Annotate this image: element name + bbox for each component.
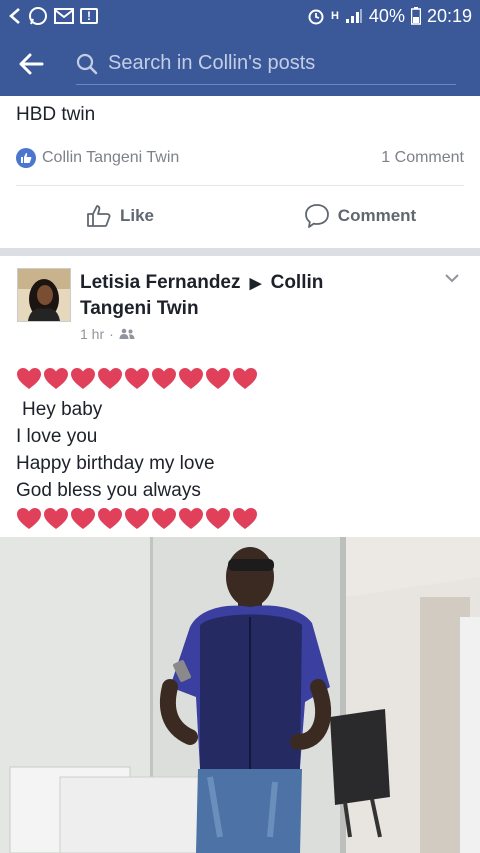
battery-percent: 40% — [368, 5, 405, 26]
hearts-row — [16, 504, 456, 534]
app-bar: Search in Collin's posts — [0, 32, 480, 96]
reaction-name: Collin Tangeni Twin — [42, 149, 180, 166]
body-line: I love you — [16, 426, 98, 447]
arrow-left-icon — [19, 53, 44, 75]
post-header: Letisia Fernandez ▶ Collin Tangeni Twin — [80, 270, 440, 321]
heart-icon — [125, 368, 149, 389]
heart-icon — [179, 368, 203, 389]
comment-label: Comment — [337, 206, 417, 225]
heart-icon — [71, 508, 95, 529]
heart-icon — [17, 368, 41, 389]
search-placeholder[interactable]: Search in Collin's posts — [108, 52, 315, 75]
back-button[interactable] — [0, 32, 62, 96]
search-icon — [76, 53, 98, 74]
hearts-row — [16, 364, 456, 394]
avatar[interactable] — [17, 268, 71, 322]
author-name[interactable]: Letisia Fernandez — [80, 272, 241, 293]
body-line: God bless you always — [16, 480, 201, 501]
target-name-line2[interactable]: Tangeni Twin — [80, 298, 199, 319]
heart-icon — [206, 368, 230, 389]
post-time[interactable]: 1 hr — [80, 326, 104, 342]
body-line: Happy birthday my love — [16, 453, 215, 474]
comment-button[interactable]: Comment — [240, 203, 480, 229]
back-arrow-icon — [8, 7, 22, 25]
comment-count[interactable]: 1 Comment — [381, 149, 464, 167]
thumbs-up-icon — [87, 205, 111, 227]
whatsapp-icon — [28, 6, 48, 26]
chevron-down-icon — [445, 274, 459, 283]
search-field[interactable]: Search in Collin's posts — [76, 44, 456, 85]
friends-icon — [119, 328, 135, 339]
heart-icon — [44, 508, 68, 529]
status-right-icons: H 40% 20:19 — [299, 6, 480, 27]
heart-icon — [98, 368, 122, 389]
reactions-summary[interactable]: Collin Tangeni Twin — [16, 148, 179, 168]
like-label: Like — [119, 206, 155, 225]
signal-icon — [345, 8, 363, 24]
mail-icon — [54, 8, 74, 24]
clock: 20:19 — [426, 5, 472, 26]
heart-icon — [152, 368, 176, 389]
post-menu-button[interactable] — [444, 270, 460, 288]
alarm-icon — [307, 7, 325, 25]
feed-separator — [0, 248, 480, 256]
battery-icon — [410, 7, 421, 25]
like-reaction-icon — [16, 148, 36, 168]
status-left-icons: ! — [0, 6, 106, 26]
heart-icon — [44, 368, 68, 389]
heart-icon — [17, 508, 41, 529]
post-body: Hey baby I love you Happy birthday my lo… — [16, 364, 456, 534]
post-photo[interactable] — [0, 537, 480, 853]
alert-icon: ! — [80, 8, 98, 24]
heart-icon — [71, 368, 95, 389]
status-bar: ! H 40% 20:19 — [0, 0, 480, 32]
post-text: HBD twin — [16, 104, 96, 125]
play-arrow-icon: ▶ — [249, 275, 262, 292]
heart-icon — [233, 508, 257, 529]
heart-icon — [233, 368, 257, 389]
meta-dot: · — [109, 326, 114, 342]
heart-icon — [179, 508, 203, 529]
target-name-line1[interactable]: Collin — [271, 272, 324, 293]
heart-icon — [152, 508, 176, 529]
heart-icon — [206, 508, 230, 529]
post-actions: Like Comment — [0, 186, 480, 246]
post-meta: 1 hr · — [80, 326, 135, 342]
like-button[interactable]: Like — [0, 204, 240, 228]
network-type-icon: H — [330, 9, 339, 22]
heart-icon — [125, 508, 149, 529]
body-line: Hey baby — [22, 399, 103, 420]
comment-bubble-icon — [304, 204, 329, 228]
reactions-row: Collin Tangeni Twin 1 Comment — [16, 146, 464, 170]
heart-icon — [98, 508, 122, 529]
